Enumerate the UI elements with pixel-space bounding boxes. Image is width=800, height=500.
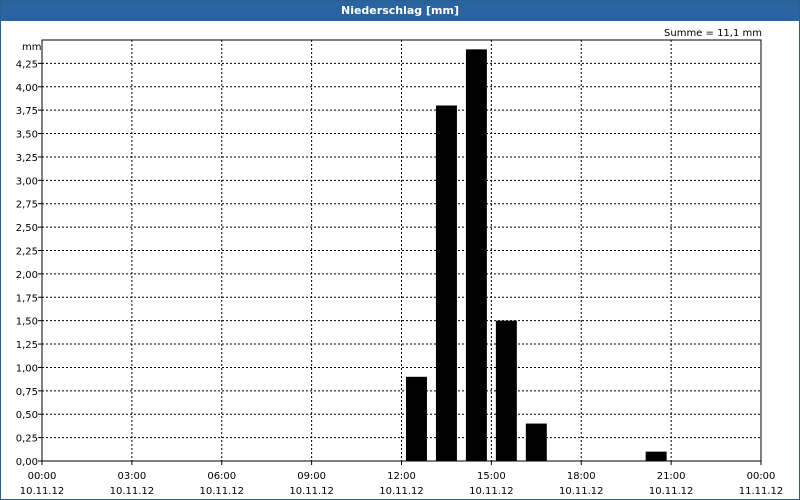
y-tick-label: 3,25 <box>16 153 38 164</box>
x-tick-time: 12:00 <box>387 471 416 482</box>
precipitation-bar <box>525 423 547 461</box>
x-tick-date: 10.11.12 <box>379 486 424 497</box>
y-axis-ticks: 0,00 0,25 0,50 0,75 1,00 1,25 1,50 1,75 2,00 2,25… <box>16 59 38 468</box>
bars <box>405 49 667 461</box>
y-axis-label: mm <box>22 42 41 53</box>
x-tick-date: 10.11.12 <box>289 486 334 497</box>
x-tick-date: 10.11.12 <box>649 486 694 497</box>
y-tick-label: 2,25 <box>16 247 38 258</box>
y-tick-label: 0,00 <box>16 457 38 468</box>
precipitation-chart: 0,00 0,25 0,50 0,75 1,00 1,25 1,50 1,75 2,00 2,25… <box>16 28 784 497</box>
y-tick-label: 3,50 <box>16 130 38 141</box>
y-tick-label: 0,25 <box>16 434 38 445</box>
precipitation-bar <box>435 105 457 461</box>
y-tick-label: 1,75 <box>16 293 38 304</box>
y-tick-label: 1,25 <box>16 340 38 351</box>
x-tick-date: 10.11.12 <box>110 486 155 497</box>
precipitation-bar <box>405 376 427 461</box>
y-tick-label: 2,75 <box>16 200 38 211</box>
y-tick-label: 1,00 <box>16 363 38 374</box>
x-axis-ticks: 00:00 10.11.12 03:00 10.11.12 06:00 10.11.12 0… <box>20 471 784 497</box>
precipitation-bar <box>645 451 667 461</box>
y-tick-label: 4,00 <box>16 83 38 94</box>
sum-annotation: Summe = 11,1 mm <box>664 28 762 39</box>
y-tick-label: 3,00 <box>16 176 38 187</box>
x-tick-time: 18:00 <box>567 471 596 482</box>
precipitation-bar <box>495 320 517 461</box>
x-tick-date: 10.11.12 <box>469 486 514 497</box>
grid <box>38 40 762 465</box>
x-tick-time: 00:00 <box>28 471 57 482</box>
y-tick-label: 1,50 <box>16 317 38 328</box>
y-tick-label: 3,75 <box>16 106 38 117</box>
precipitation-bar <box>465 49 487 461</box>
x-tick-time: 06:00 <box>207 471 236 482</box>
x-tick-date: 10.11.12 <box>20 486 65 497</box>
x-tick-time: 15:00 <box>477 471 506 482</box>
chart-title: Niederschlag [mm] <box>1 1 799 21</box>
y-tick-label: 4,25 <box>16 59 38 70</box>
x-tick-time: 09:00 <box>297 471 326 482</box>
x-tick-date: 10.11.12 <box>199 486 244 497</box>
x-tick-date: 11.11.12 <box>739 486 784 497</box>
y-tick-label: 0,50 <box>16 410 38 421</box>
x-tick-time: 03:00 <box>117 471 146 482</box>
y-tick-label: 2,50 <box>16 223 38 234</box>
y-tick-label: 0,75 <box>16 387 38 398</box>
x-tick-date: 10.11.12 <box>559 486 604 497</box>
x-tick-time: 21:00 <box>657 471 686 482</box>
x-tick-time: 00:00 <box>747 471 776 482</box>
y-tick-label: 2,00 <box>16 270 38 281</box>
